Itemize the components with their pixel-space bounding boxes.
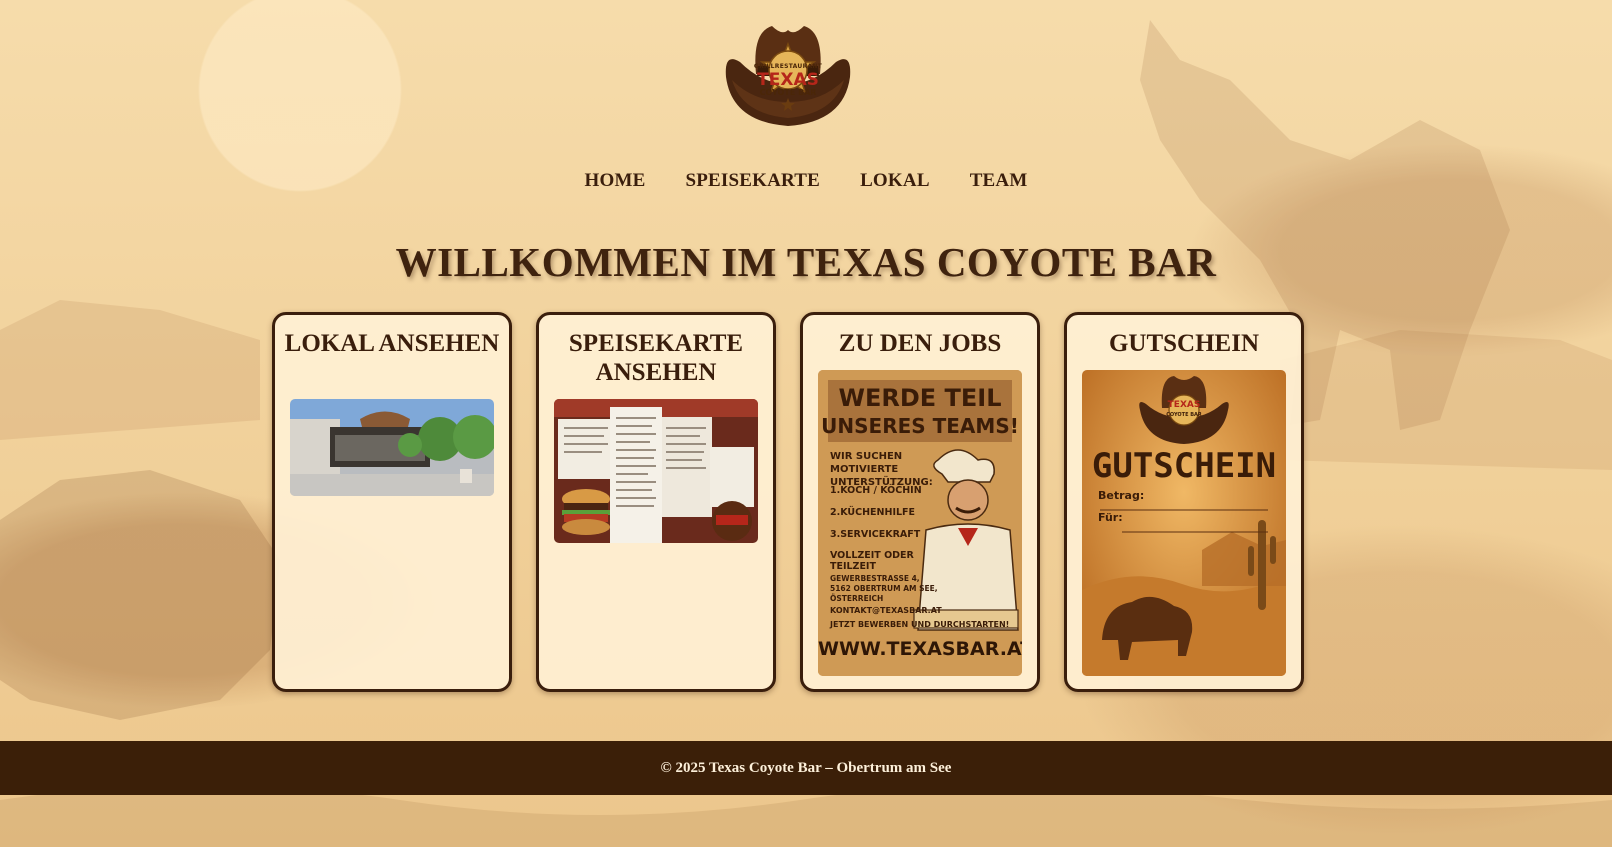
poster-role-4: VOLLZEIT ODER TEILZEIT — [830, 550, 914, 572]
nav-lokal[interactable]: LOKAL — [860, 170, 930, 192]
card-title: LOKAL ANSEHEN — [284, 330, 500, 357]
poster-email: KONTAKT@TEXASBAR.AT — [830, 606, 942, 615]
site-footer: © 2025 Texas Coyote Bar – Obertrum am Se… — [0, 741, 1612, 795]
footer-copyright: © 2025 Texas Coyote Bar – Obertrum am Se… — [660, 759, 952, 776]
nav-team[interactable]: TEAM — [970, 170, 1028, 192]
menu-collage-image[interactable] — [554, 399, 758, 543]
poster-role-1: 1.KOCH / KÖCHIN — [830, 485, 922, 496]
voucher-headline: GUTSCHEIN — [1091, 446, 1277, 486]
restaurant-exterior-image[interactable] — [290, 399, 494, 496]
site-logo[interactable]: GRILLRESTAURANT TEXAS COYOTE BAR — [722, 22, 854, 130]
poster-headline-2: UNSERES TEAMS! — [821, 414, 1019, 438]
logo-small-text: GRILLRESTAURANT — [753, 63, 823, 70]
card-title: GUTSCHEIN — [1108, 330, 1260, 357]
poster-address-1: GEWERBESTRASSE 4, — [830, 574, 920, 583]
poster-role-2: 2.KÜCHENHILFE — [830, 507, 916, 518]
poster-address-3: ÖSTERREICH — [830, 594, 884, 603]
job-poster-image[interactable]: WERDE TEIL UNSERES TEAMS! WIR SUCHEN MOT… — [818, 370, 1022, 676]
logo-main-text: TEXAS — [757, 70, 819, 90]
nav-home[interactable]: HOME — [585, 170, 646, 192]
voucher-poster-image[interactable]: TEXAS COYOTE BAR GUTSCHEIN Betrag: Für: — [1082, 370, 1286, 676]
card-speisekarte[interactable]: SPEISEKARTE ANSEHEN — [536, 312, 776, 692]
poster-cta: JETZT BEWERBEN UND DURCHSTARTEN! — [830, 620, 1010, 629]
voucher-field-fuer: Für: — [1098, 511, 1123, 524]
poster-address-2: 5162 OBERTRUM AM SEE, — [830, 584, 938, 593]
poster-headline-1: WERDE TEIL — [838, 384, 1002, 412]
voucher-logo-sub: COYOTE BAR — [1166, 412, 1202, 418]
page-title: WILLKOMMEN IM TEXAS COYOTE BAR — [395, 239, 1217, 285]
card-title: SPEISEKARTE ANSEHEN — [568, 330, 744, 386]
card-lokal[interactable]: LOKAL ANSEHEN — [272, 312, 512, 692]
poster-url: WWW.TEXASBAR.AT — [818, 638, 1022, 660]
voucher-field-betrag: Betrag: — [1098, 489, 1145, 502]
logo-sub-text: COYOTE BAR — [759, 88, 817, 97]
card-gutschein[interactable]: GUTSCHEIN TEXAS COYOTE BAR GUTSCHEIN Bet… — [1064, 312, 1304, 692]
voucher-logo-main: TEXAS — [1167, 400, 1201, 410]
nav-speisekarte[interactable]: SPEISEKARTE — [685, 170, 820, 192]
poster-role-3: 3.SERVICEKRAFT — [830, 529, 921, 540]
card-grid: LOKAL ANSEHEN SPEISEKARTE ANSEHEN ZU DEN… — [272, 312, 1304, 692]
main-nav: HOME SPEISEKARTE LOKAL TEAM — [0, 170, 1612, 192]
card-title: ZU DEN JOBS — [838, 330, 1002, 357]
card-jobs[interactable]: ZU DEN JOBS WERDE TEIL UNSERES TEAMS! WI… — [800, 312, 1040, 692]
